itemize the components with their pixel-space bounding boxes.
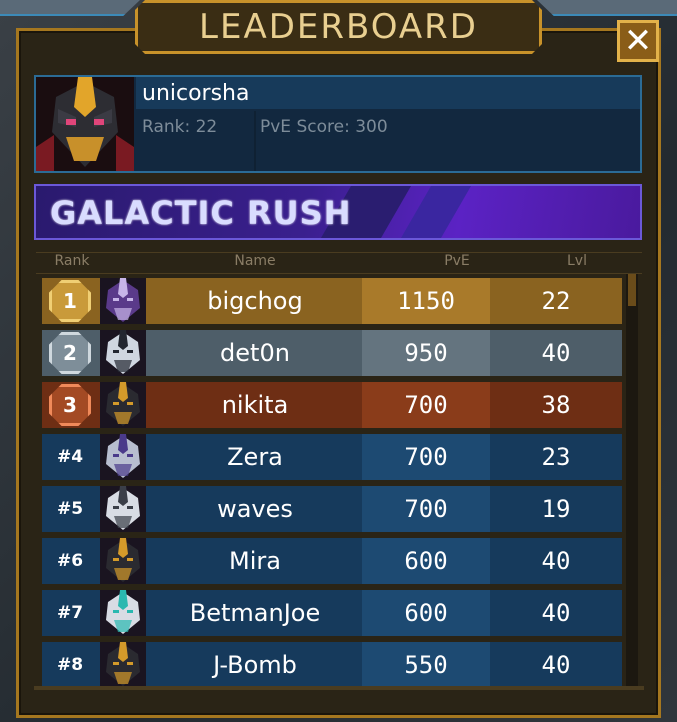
banner-stripe <box>400 186 472 238</box>
silver-medal-icon: 2 <box>49 332 91 374</box>
pve-score-cell: 950 <box>362 330 490 376</box>
level-cell: 40 <box>541 651 571 679</box>
player-avatar-icon <box>100 642 146 686</box>
rank-number: #4 <box>56 447 84 467</box>
table-row[interactable]: 2 det0n 950 40 <box>42 330 622 376</box>
player-avatar-icon <box>100 278 146 324</box>
pve-score-cell: 600 <box>362 590 490 636</box>
player-name-cell: bigchog <box>207 287 303 315</box>
table-row[interactable]: 3 nikita 700 38 <box>42 382 622 428</box>
player-name-bar: unicorsha <box>136 77 640 109</box>
player-avatar-icon <box>100 538 146 584</box>
table-header: Rank Name PvE Lvl <box>36 252 642 274</box>
rank-number: #6 <box>56 551 84 571</box>
close-button[interactable]: ✕ <box>617 20 659 62</box>
player-avatar-icon <box>100 590 146 636</box>
bronze-medal-icon: 3 <box>49 384 91 426</box>
pve-score-cell: 600 <box>362 538 490 584</box>
rank-cell: 2 <box>42 330 98 376</box>
page-title: LEADERBOARD <box>199 7 478 47</box>
table-row[interactable]: #4 Zera 700 23 <box>42 434 622 480</box>
rank-number: #8 <box>56 655 84 675</box>
column-header-rank: Rank <box>54 253 90 269</box>
table-row[interactable]: #5 waves 700 19 <box>42 486 622 532</box>
stat-divider <box>254 111 256 171</box>
gold-medal-icon: 1 <box>49 280 91 322</box>
column-header-lvl: Lvl <box>567 253 587 269</box>
level-cell: 38 <box>541 391 571 419</box>
scrollbar[interactable] <box>626 274 638 686</box>
rank-cell: #7 <box>42 590 98 636</box>
rank-cell: 3 <box>42 382 98 428</box>
top-right-decoration <box>537 0 677 16</box>
rank-cell: #4 <box>42 434 98 480</box>
player-name-cell: det0n <box>220 339 290 367</box>
top-left-decoration <box>0 0 140 16</box>
table-row[interactable]: 1 bigchog 1150 22 <box>42 278 622 324</box>
scroll-thumb[interactable] <box>628 274 636 306</box>
rank-number: #5 <box>56 499 84 519</box>
close-icon: ✕ <box>623 21 653 61</box>
leaderboard-rows: 1 bigchog 1150 22 2 det0n 950 40 3 nikita 700 38 #4 Z… <box>42 278 622 686</box>
level-cell: 40 <box>541 547 571 575</box>
table-bottom-border <box>34 686 644 690</box>
event-banner: GALACTIC RUSH <box>34 184 642 240</box>
rank-cell: 1 <box>42 278 98 324</box>
rank-number: #7 <box>56 603 84 623</box>
level-cell: 22 <box>541 287 571 315</box>
player-name-cell: waves <box>217 495 293 523</box>
table-row[interactable]: #6 Mira 600 40 <box>42 538 622 584</box>
player-avatar-icon <box>100 486 146 532</box>
player-avatar-icon <box>100 382 146 428</box>
player-stats: Rank: 22 PvE Score: 300 <box>136 111 640 177</box>
player-name-cell: Mira <box>229 547 281 575</box>
player-avatar-icon <box>100 434 146 480</box>
column-header-name: Name <box>234 253 276 269</box>
player-name-cell: nikita <box>221 391 289 419</box>
player-avatar-icon <box>100 330 146 376</box>
rank-cell: #6 <box>42 538 98 584</box>
player-name-cell: J-Bomb <box>213 651 297 679</box>
level-cell: 23 <box>541 443 571 471</box>
player-pve-score: PvE Score: 300 <box>260 117 388 137</box>
table-row[interactable]: #8 J-Bomb 550 40 <box>42 642 622 686</box>
table-row[interactable]: #7 BetmanJoe 600 40 <box>42 590 622 636</box>
rank-cell: #5 <box>42 486 98 532</box>
pve-score-cell: 550 <box>362 642 490 686</box>
title-plate: LEADERBOARD <box>135 0 542 54</box>
player-avatar <box>36 77 134 171</box>
player-name: unicorsha <box>142 80 250 106</box>
level-cell: 40 <box>541 339 571 367</box>
level-cell: 19 <box>541 495 571 523</box>
player-name-cell: BetmanJoe <box>189 599 321 627</box>
column-header-pve: PvE <box>444 253 470 269</box>
player-rank: Rank: 22 <box>142 117 218 137</box>
pve-score-cell: 1150 <box>362 278 490 324</box>
pve-score-cell: 700 <box>362 382 490 428</box>
event-title: GALACTIC RUSH <box>50 194 352 232</box>
rank-cell: #8 <box>42 642 98 686</box>
player-avatar-art <box>36 77 134 171</box>
level-cell: 40 <box>541 599 571 627</box>
player-name-cell: Zera <box>227 443 283 471</box>
pve-score-cell: 700 <box>362 486 490 532</box>
player-card: unicorsha Rank: 22 PvE Score: 300 <box>34 75 642 173</box>
pve-score-cell: 700 <box>362 434 490 480</box>
